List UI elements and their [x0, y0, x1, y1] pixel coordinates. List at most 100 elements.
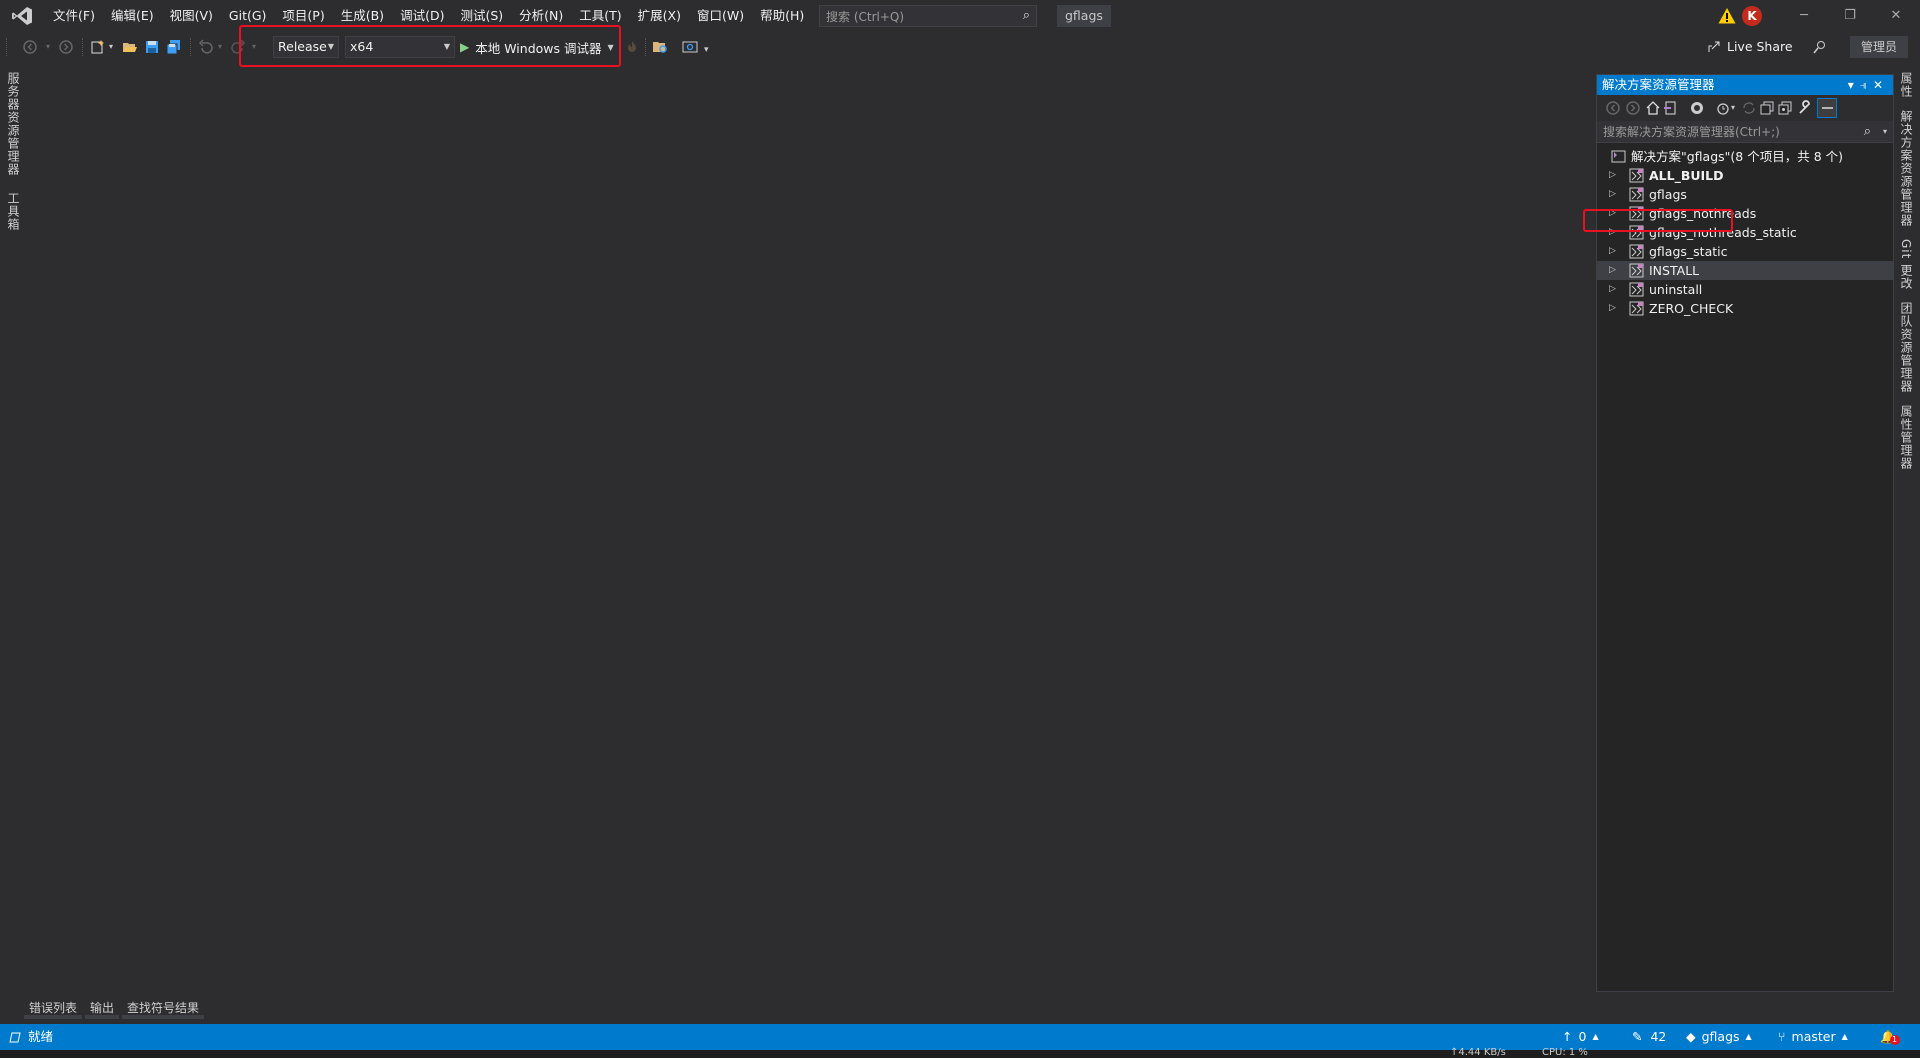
status-pencil-count[interactable]: ✎ 42 — [1632, 1024, 1666, 1050]
server-explorer-tab[interactable]: 服务器资源管理器 — [0, 66, 27, 182]
back-dropdown-icon[interactable]: ▾ — [46, 39, 54, 55]
start-debugging-button[interactable]: ▶ 本地 Windows 调试器 ▼ — [460, 36, 614, 58]
find-symbol-results-tab[interactable]: 查找符号结果 — [122, 997, 205, 1019]
project-row[interactable]: ▷ uninstall — [1597, 280, 1893, 299]
chevron-up-icon: ▲ — [1841, 1032, 1848, 1041]
menu-extensions[interactable]: 扩展(X) — [630, 0, 689, 32]
live-share-button[interactable]: Live Share — [1707, 39, 1793, 54]
expand-arrow-icon[interactable]: ▷ — [1609, 185, 1616, 204]
home-icon[interactable] — [1645, 100, 1661, 116]
project-icon — [1629, 206, 1644, 221]
toolbar-grip — [82, 38, 86, 56]
expand-arrow-icon[interactable]: ▷ — [1609, 166, 1616, 185]
undo-icon[interactable] — [198, 39, 214, 55]
status-repository[interactable]: ◆ gflags ▲ — [1686, 1024, 1752, 1050]
pin-icon[interactable]: ⫣ — [1860, 78, 1873, 92]
chevron-up-icon: ▲ — [1592, 1032, 1599, 1041]
collapse-all-icon[interactable] — [1759, 100, 1775, 116]
expand-arrow-icon[interactable]: ▷ — [1609, 204, 1616, 223]
project-row[interactable]: ▷ gflags_nothreads — [1597, 204, 1893, 223]
chevron-down-icon: ▼ — [327, 42, 334, 51]
avatar[interactable]: K — [1742, 6, 1762, 26]
expand-arrow-icon[interactable]: ▷ — [1609, 299, 1616, 318]
project-name: gflags_nothreads_static — [1649, 225, 1797, 240]
git-changes-tab[interactable]: Git 更改 — [1893, 233, 1920, 296]
solution-explorer-search-input[interactable]: 搜索解决方案资源管理器(Ctrl+;) ⌕ ▾ — [1597, 121, 1893, 143]
expand-arrow-icon[interactable]: ▷ — [1609, 280, 1616, 299]
forward-icon[interactable] — [58, 39, 74, 55]
filter-dropdown-icon[interactable]: ▾ — [1731, 100, 1739, 116]
property-manager-tab[interactable]: 属性管理器 — [1893, 399, 1920, 476]
menu-edit[interactable]: 编辑(E) — [103, 0, 162, 32]
feedback-icon[interactable] — [1812, 39, 1828, 55]
menu-debug[interactable]: 调试(D) — [392, 0, 452, 32]
sync-icon[interactable] — [1741, 100, 1757, 116]
menu-view[interactable]: 视图(V) — [162, 0, 221, 32]
close-panel-icon[interactable]: ✕ — [1873, 78, 1889, 92]
expand-arrow-icon[interactable]: ▷ — [1609, 242, 1616, 261]
team-explorer-tab[interactable]: 团队资源管理器 — [1893, 296, 1920, 399]
toolbox-tab[interactable]: 工具箱 — [0, 186, 27, 237]
menu-analyze[interactable]: 分析(N) — [511, 0, 571, 32]
search-options-dropdown-icon[interactable]: ▾ — [1883, 121, 1887, 143]
status-ready: 就绪 — [8, 1024, 53, 1050]
switch-views-icon[interactable] — [1663, 100, 1679, 116]
menu-window[interactable]: 窗口(W) — [689, 0, 752, 32]
toolbar-overflow-icon[interactable]: ▾ — [704, 39, 712, 55]
back-icon[interactable] — [1605, 100, 1621, 116]
project-icon — [1629, 263, 1644, 278]
warning-icon[interactable] — [1718, 7, 1736, 25]
forward-icon[interactable] — [1625, 100, 1641, 116]
pending-changes-filter-icon[interactable] — [1715, 100, 1731, 116]
new-project-icon[interactable] — [90, 39, 106, 55]
project-name: uninstall — [1649, 282, 1703, 297]
notifications-button[interactable]: 🔔 1 — [1880, 1024, 1906, 1050]
project-row[interactable]: ▷ gflags — [1597, 185, 1893, 204]
save-icon[interactable] — [144, 39, 160, 55]
menu-tools[interactable]: 工具(T) — [571, 0, 629, 32]
project-name: ZERO_CHECK — [1649, 301, 1734, 316]
menu-build[interactable]: 生成(B) — [333, 0, 392, 32]
project-row[interactable]: ▷ INSTALL — [1597, 261, 1893, 280]
redo-icon[interactable] — [230, 39, 246, 55]
expand-arrow-icon[interactable]: ▷ — [1609, 223, 1616, 242]
expand-arrow-icon[interactable]: ▷ — [1609, 261, 1616, 280]
project-row[interactable]: ▷ gflags_nothreads_static — [1597, 223, 1893, 242]
menu-file[interactable]: 文件(F) — [45, 0, 103, 32]
right-tool-tabs: 属性 解决方案资源管理器 Git 更改 团队资源管理器 属性管理器 — [1893, 66, 1917, 476]
new-dropdown-icon[interactable]: ▾ — [109, 39, 117, 55]
solution-configuration-dropdown[interactable]: Release ▼ — [273, 36, 339, 58]
redo-dropdown-icon[interactable]: ▾ — [252, 39, 260, 55]
project-row[interactable]: ▷ ALL_BUILD — [1597, 166, 1893, 185]
hot-reload-icon[interactable] — [624, 39, 640, 55]
close-icon[interactable]: ✕ — [1873, 0, 1919, 32]
output-tab[interactable]: 输出 — [85, 997, 120, 1019]
back-icon[interactable] — [22, 39, 38, 55]
folder-search-icon[interactable] — [652, 39, 668, 55]
properties-tab[interactable]: 属性 — [1893, 66, 1920, 104]
project-row[interactable]: ▷ gflags_static — [1597, 242, 1893, 261]
window-position-icon[interactable]: ▾ — [1848, 78, 1860, 92]
standard-toolbar: ▾ ▾ ▾ ▾ Release ▼ x64 ▼ ▶ 本地 Windows 调试器… — [0, 25, 1920, 67]
menu-help[interactable]: 帮助(H) — [752, 0, 812, 32]
menu-git[interactable]: Git(G) — [221, 0, 275, 32]
status-branch[interactable]: ⑂ master ▲ — [1778, 1024, 1848, 1050]
project-row[interactable]: ▷ ZERO_CHECK — [1597, 299, 1893, 318]
solution-root-row[interactable]: 解决方案"gflags"(8 个项目，共 8 个) — [1597, 147, 1893, 166]
solution-platform-dropdown[interactable]: x64 ▼ — [345, 36, 455, 58]
copy-icon[interactable] — [1777, 100, 1793, 116]
preview-selected-items-icon[interactable] — [1817, 98, 1837, 118]
properties-wrench-icon[interactable] — [1797, 100, 1813, 116]
error-list-tab[interactable]: 错误列表 — [24, 997, 83, 1019]
screenshot-icon[interactable] — [682, 39, 698, 55]
search-input[interactable]: 搜索 (Ctrl+Q) ⌕ — [819, 5, 1037, 27]
undo-dropdown-icon[interactable]: ▾ — [218, 39, 226, 55]
save-all-icon[interactable] — [166, 39, 182, 55]
open-folder-icon[interactable] — [122, 39, 138, 55]
menu-project[interactable]: 项目(P) — [274, 0, 332, 32]
show-all-files-icon[interactable] — [1689, 100, 1705, 116]
restore-icon[interactable]: ❐ — [1827, 0, 1873, 32]
solution-explorer-tab[interactable]: 解决方案资源管理器 — [1893, 104, 1920, 233]
minimize-icon[interactable]: ─ — [1781, 0, 1827, 32]
menu-test[interactable]: 测试(S) — [452, 0, 511, 32]
